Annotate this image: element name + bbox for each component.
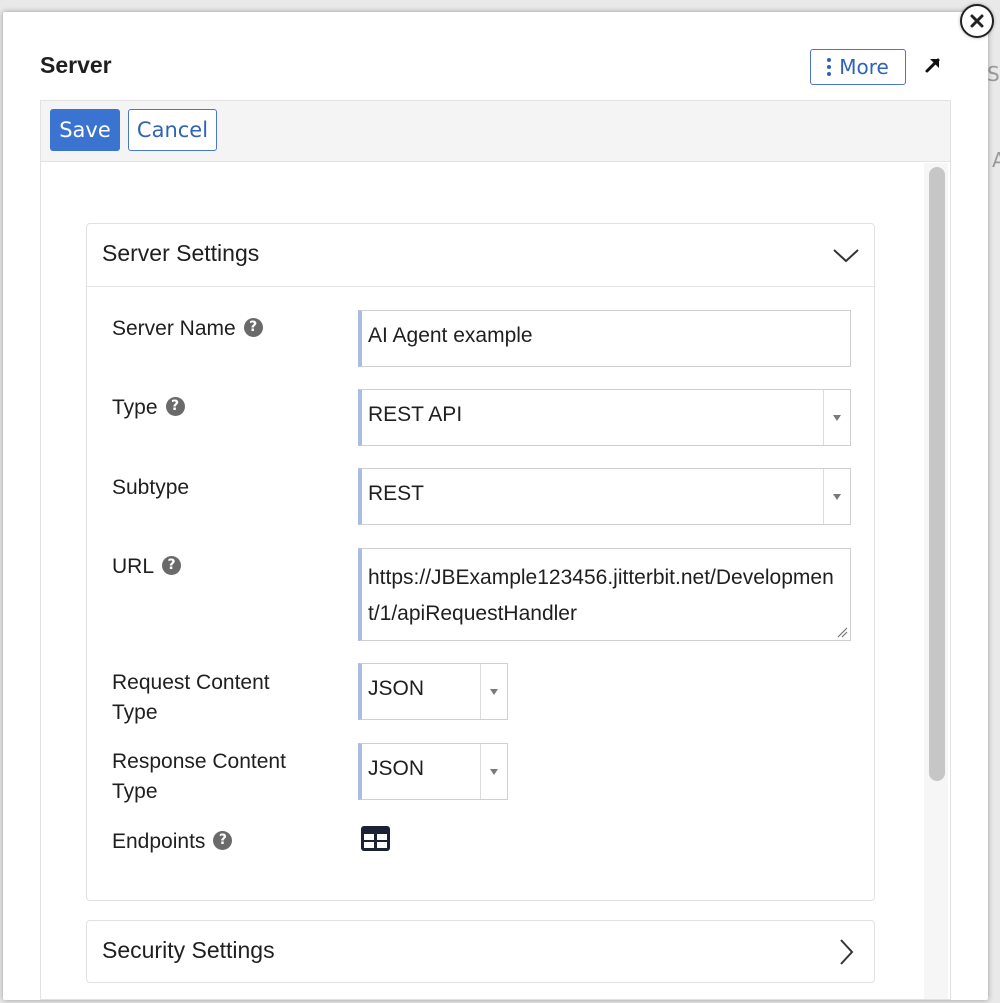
- type-select[interactable]: REST API: [358, 389, 851, 446]
- more-button[interactable]: More: [810, 49, 906, 85]
- response-content-type-value: JSON: [368, 757, 425, 780]
- dropdown-arrow-icon: [823, 469, 850, 524]
- more-dots-icon: [827, 58, 832, 76]
- background-letter: A: [992, 148, 1000, 172]
- toolbar: Save Cancel: [41, 101, 950, 162]
- server-panel: Save Cancel Server Settings Server Name?…: [40, 100, 951, 1000]
- save-button[interactable]: Save: [50, 109, 120, 151]
- url-label: URL?: [112, 552, 182, 582]
- url-value: https://JBExample123456.jitterbit.net/De…: [368, 566, 834, 625]
- type-label: Type?: [112, 393, 185, 423]
- subtype-value: REST: [368, 482, 425, 505]
- request-content-type-value: JSON: [368, 677, 425, 700]
- type-value: REST API: [368, 403, 463, 426]
- more-button-label: More: [839, 55, 889, 79]
- scrollbar-thumb[interactable]: [929, 167, 945, 781]
- cancel-button[interactable]: Cancel: [128, 109, 217, 151]
- resize-grip-icon[interactable]: [836, 626, 848, 638]
- chevron-right-icon[interactable]: [832, 938, 860, 966]
- subtype-select[interactable]: REST: [358, 468, 851, 525]
- help-icon[interactable]: ?: [213, 830, 233, 850]
- help-icon[interactable]: ?: [162, 555, 182, 575]
- endpoints-label: Endpoints?: [112, 827, 233, 857]
- chevron-down-icon[interactable]: [832, 241, 860, 269]
- request-content-type-label: Request Content Type: [112, 671, 270, 724]
- request-content-type-select[interactable]: JSON: [358, 663, 508, 720]
- dropdown-arrow-icon: [823, 390, 850, 445]
- table-icon[interactable]: [361, 826, 390, 851]
- server-settings-section: Server Settings Server Name? AI Agent ex…: [86, 223, 875, 901]
- section-title: Security Settings: [102, 937, 275, 963]
- close-button[interactable]: [960, 4, 994, 38]
- response-content-type-select[interactable]: JSON: [358, 743, 508, 800]
- close-icon: [970, 14, 984, 28]
- server-name-label: Server Name?: [112, 314, 263, 344]
- response-content-type-label: Response Content Type: [112, 750, 286, 803]
- server-name-input[interactable]: AI Agent example: [358, 310, 851, 367]
- server-modal: Server More Save Cancel Server Settings …: [3, 12, 988, 1000]
- section-title: Server Settings: [102, 240, 260, 266]
- modal-title: Server: [40, 52, 112, 78]
- server-name-value: AI Agent example: [368, 324, 533, 347]
- dropdown-arrow-icon: [480, 744, 507, 799]
- security-settings-section[interactable]: Security Settings: [86, 920, 875, 983]
- subtype-label: Subtype: [112, 476, 190, 499]
- background-letter: S: [987, 62, 1000, 86]
- help-icon[interactable]: ?: [243, 317, 263, 337]
- server-settings-header[interactable]: Server Settings: [87, 224, 874, 287]
- dropdown-arrow-icon: [480, 664, 507, 719]
- expand-arrow-icon[interactable]: [922, 54, 944, 76]
- help-icon[interactable]: ?: [165, 396, 185, 416]
- url-textarea[interactable]: https://JBExample123456.jitterbit.net/De…: [358, 548, 851, 641]
